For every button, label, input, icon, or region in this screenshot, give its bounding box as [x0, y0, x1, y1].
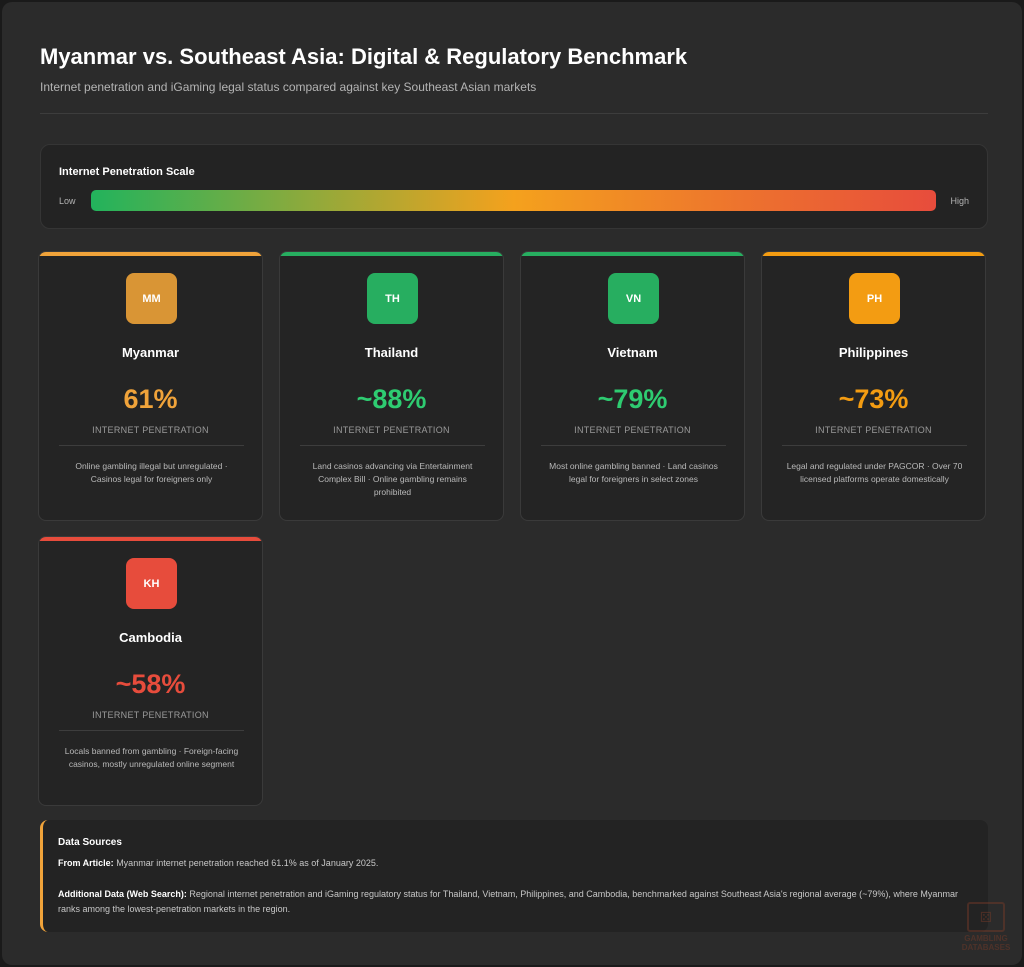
country-code-badge: VN	[608, 273, 659, 324]
card-accent-bar	[39, 537, 262, 541]
penetration-label: INTERNET PENETRATION	[574, 425, 691, 435]
country-code-badge: PH	[849, 273, 900, 324]
scale-high-label: High	[950, 196, 969, 206]
page-title: Myanmar vs. Southeast Asia: Digital & Re…	[40, 44, 688, 69]
page-subtitle: Internet penetration and iGaming legal s…	[40, 80, 537, 94]
country-name: Thailand	[364, 345, 419, 360]
source-article-text: Myanmar internet penetration reached 61.…	[113, 858, 379, 868]
penetration-label: INTERNET PENETRATION	[333, 425, 450, 435]
card-divider	[59, 445, 244, 446]
source-additional: Additional Data (Web Search): Regional i…	[58, 887, 973, 917]
card-divider	[541, 445, 726, 446]
penetration-value: ~58%	[115, 669, 186, 699]
penetration-label: INTERNET PENETRATION	[815, 425, 932, 435]
gambling-databases-watermark: ⚄ GAMBLING DATABASES	[954, 902, 1018, 960]
penetration-value: ~73%	[838, 384, 909, 414]
country-card-vietnam: VN Vietnam ~79% INTERNET PENETRATION Mos…	[520, 251, 745, 521]
country-card-myanmar: MM Myanmar 61% INTERNET PENETRATION Onli…	[38, 251, 263, 521]
card-accent-bar	[521, 252, 744, 256]
source-additional-text: Regional internet penetration and iGamin…	[58, 889, 958, 914]
card-divider	[59, 730, 244, 731]
regulatory-description: Online gambling illegal but unregulated …	[75, 461, 228, 484]
penetration-label: INTERNET PENETRATION	[92, 425, 209, 435]
penetration-scale-panel: Internet Penetration Scale Low High	[40, 144, 988, 229]
country-code-badge: MM	[126, 273, 177, 324]
card-accent-bar	[762, 252, 985, 256]
penetration-label: INTERNET PENETRATION	[92, 710, 209, 720]
penetration-value: ~88%	[356, 384, 427, 414]
watermark-text: GAMBLING DATABASES	[961, 934, 1011, 952]
regulatory-description: Land casinos advancing via Entertainment…	[312, 461, 473, 497]
penetration-value: 61%	[123, 384, 178, 414]
source-additional-label: Additional Data (Web Search):	[58, 889, 187, 899]
data-sources-panel: Data Sources From Article: Myanmar inter…	[40, 820, 988, 932]
card-accent-bar	[280, 252, 503, 256]
scale-title: Internet Penetration Scale	[59, 166, 195, 178]
card-divider	[300, 445, 485, 446]
scale-gradient-bar	[91, 190, 936, 211]
dice-icon: ⚄	[967, 902, 1005, 932]
scale-low-label: Low	[59, 196, 76, 206]
page-frame: Myanmar vs. Southeast Asia: Digital & Re…	[2, 2, 1022, 965]
country-name: Myanmar	[121, 345, 180, 360]
regulatory-description: Most online gambling banned · Land casin…	[549, 461, 718, 484]
country-name: Philippines	[838, 345, 909, 360]
regulatory-description: Legal and regulated under PAGCOR · Over …	[786, 461, 963, 484]
card-accent-bar	[39, 252, 262, 256]
header-divider	[40, 113, 988, 114]
regulatory-description: Locals banned from gambling · Foreign-fa…	[64, 746, 239, 769]
source-article-label: From Article:	[58, 858, 114, 868]
card-divider	[782, 445, 967, 446]
country-card-philippines: PH Philippines ~73% INTERNET PENETRATION…	[761, 251, 986, 521]
penetration-value: ~79%	[597, 384, 668, 414]
country-code-badge: TH	[367, 273, 418, 324]
country-name: Vietnam	[607, 345, 658, 360]
country-card-cambodia: KH Cambodia ~58% INTERNET PENETRATION Lo…	[38, 536, 263, 806]
sources-title: Data Sources	[58, 837, 122, 848]
country-card-thailand: TH Thailand ~88% INTERNET PENETRATION La…	[279, 251, 504, 521]
source-article: From Article: Myanmar internet penetrati…	[58, 858, 973, 868]
country-name: Cambodia	[119, 630, 182, 645]
country-code-badge: KH	[126, 558, 177, 609]
